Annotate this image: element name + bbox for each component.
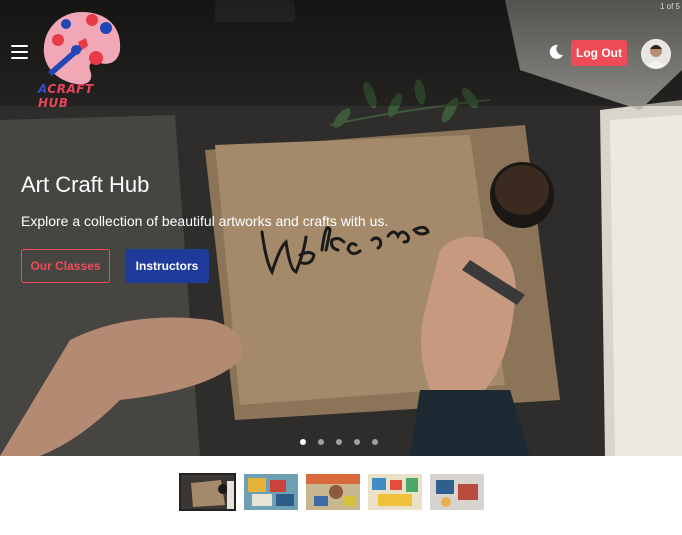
hero-subtitle: Explore a collection of beautiful artwor…	[21, 213, 389, 229]
slide-pagination	[300, 439, 378, 445]
slide-dot-1[interactable]	[300, 439, 306, 445]
logo-text: ACRAFT HUB	[38, 82, 94, 110]
hamburger-menu-icon[interactable]	[11, 45, 28, 59]
hero-slider: 1 of 5 ACRAFT HUB Log Out Art Craft Hub …	[0, 0, 682, 456]
logout-button[interactable]: Log Out	[571, 40, 627, 66]
our-classes-button[interactable]: Our Classes	[21, 249, 110, 283]
instructors-button[interactable]: Instructors	[125, 249, 209, 283]
hero-title: Art Craft Hub	[21, 172, 150, 197]
slide-dot-4[interactable]	[354, 439, 360, 445]
thumbnail-5[interactable]	[430, 474, 484, 510]
thumbnail-strip	[179, 472, 484, 512]
slide-dot-2[interactable]	[318, 439, 324, 445]
thumbnail-4[interactable]	[368, 474, 422, 510]
moon-icon[interactable]	[548, 44, 564, 60]
slide-counter: 1 of 5	[659, 2, 680, 11]
thumbnail-1[interactable]	[179, 473, 236, 511]
thumbnail-3[interactable]	[306, 474, 360, 510]
slide-dot-3[interactable]	[336, 439, 342, 445]
slide-dot-5[interactable]	[372, 439, 378, 445]
thumbnail-2[interactable]	[244, 474, 298, 510]
user-avatar[interactable]	[641, 39, 671, 69]
